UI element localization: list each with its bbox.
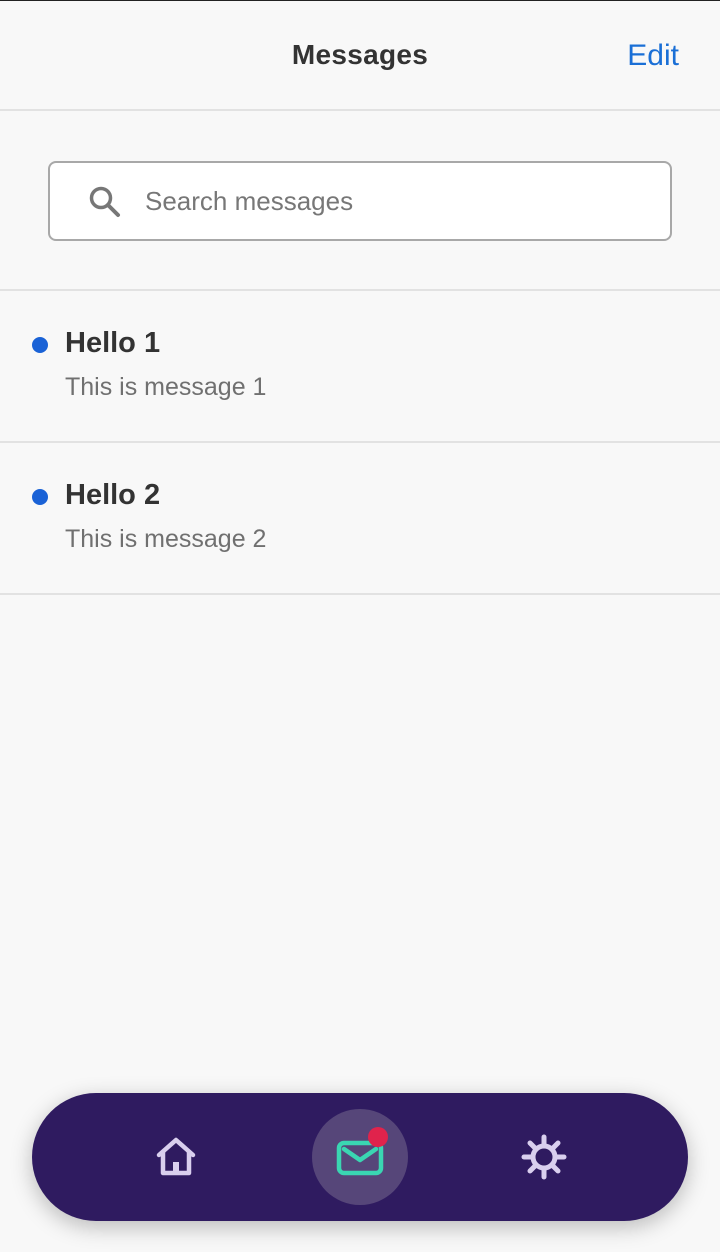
message-item[interactable]: Hello 2 This is message 2 [0,443,720,595]
nav-settings-button[interactable] [496,1109,592,1205]
page-title: Messages [291,39,429,70]
edit-button[interactable]: Edit [627,39,679,73]
messages-screen: Messages Edit Hello 1 This is message 1 … [0,0,720,1252]
nav-messages-button[interactable] [312,1109,408,1205]
bottom-nav-bar [32,1093,688,1221]
home-icon [156,1137,196,1176]
notification-badge [368,1127,388,1147]
unread-dot [32,337,48,353]
search-section [0,111,720,291]
search-box[interactable] [48,161,672,241]
message-title: Hello 1 [65,327,161,359]
message-preview: This is message 2 [65,525,267,553]
nav-home-button[interactable] [128,1109,224,1205]
search-icon [89,186,120,217]
unread-dot [32,489,48,505]
message-preview: This is message 1 [65,373,267,401]
message-title: Hello 2 [65,479,161,511]
message-item[interactable]: Hello 1 This is message 1 [0,291,720,443]
header: Messages Edit [0,1,720,111]
search-input[interactable] [145,177,645,225]
gear-icon [521,1134,567,1180]
